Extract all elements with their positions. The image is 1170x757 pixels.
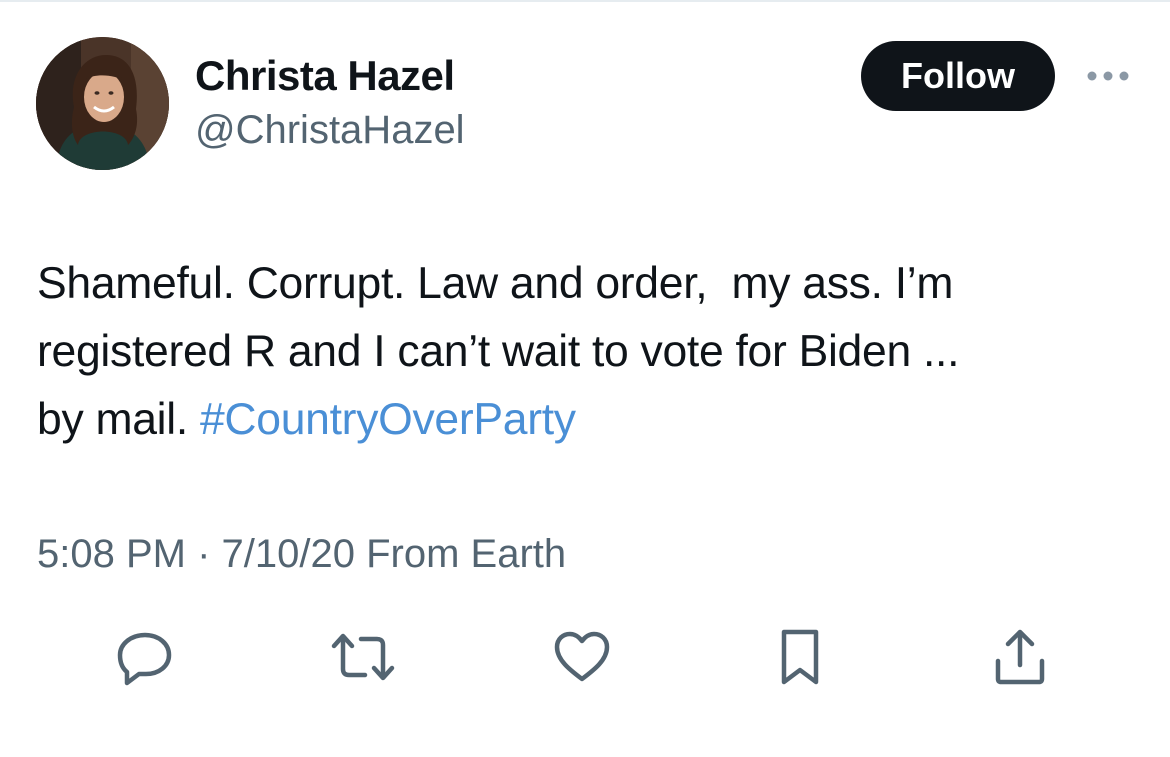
avatar[interactable] bbox=[36, 37, 169, 170]
author-handle[interactable]: @ChristaHazel bbox=[195, 108, 465, 153]
author-display-name[interactable]: Christa Hazel bbox=[195, 52, 455, 100]
reply-button[interactable] bbox=[113, 625, 177, 689]
meta-separator: · bbox=[185, 532, 222, 576]
bookmark-button[interactable] bbox=[768, 625, 832, 689]
hashtag-link[interactable]: #CountryOverParty bbox=[200, 395, 576, 444]
tweet-metadata: 5:08 PM · 7/10/20 From Earth bbox=[37, 532, 566, 577]
more-horizontal-icon bbox=[1087, 71, 1129, 81]
like-button[interactable] bbox=[550, 625, 614, 689]
retweet-icon bbox=[331, 633, 395, 681]
tweet-text-line: registered R and I can’t wait to vote fo… bbox=[37, 327, 960, 376]
share-icon bbox=[995, 629, 1045, 685]
like-icon bbox=[554, 631, 610, 682]
follow-button[interactable]: Follow bbox=[861, 41, 1055, 111]
bookmark-icon bbox=[781, 629, 819, 685]
tweet-text: Shameful. Corrupt. Law and order, my ass… bbox=[37, 250, 1147, 454]
tweet-text-line: Shameful. Corrupt. Law and order, my ass… bbox=[37, 259, 954, 308]
profile-photo-icon bbox=[36, 37, 169, 170]
share-button[interactable] bbox=[988, 625, 1052, 689]
reply-icon bbox=[117, 632, 172, 686]
tweet-time[interactable]: 5:08 PM bbox=[37, 532, 186, 576]
tweet-date[interactable]: 7/10/20 bbox=[222, 532, 355, 576]
retweet-button[interactable] bbox=[331, 625, 395, 689]
more-options-button[interactable] bbox=[1084, 62, 1132, 90]
tweet-text-line: by mail. bbox=[37, 395, 200, 444]
tweet-source: From Earth bbox=[354, 532, 567, 576]
top-divider bbox=[0, 0, 1170, 2]
